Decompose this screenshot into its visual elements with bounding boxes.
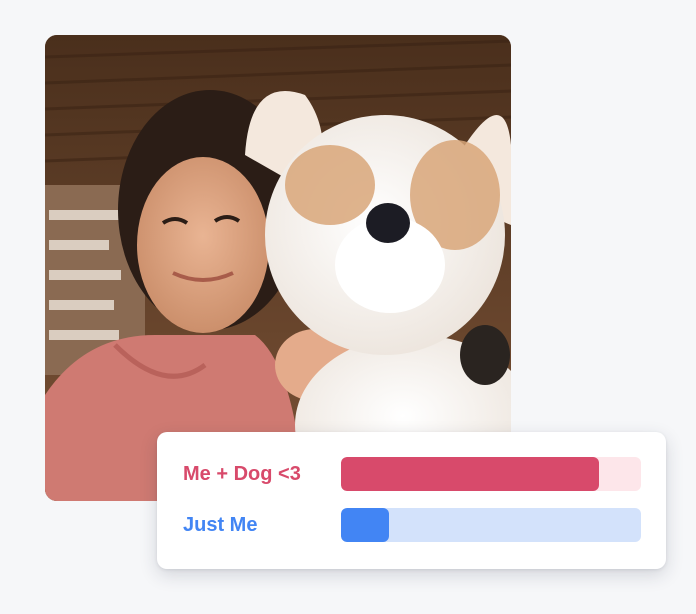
poll-option-label: Just Me [183,514,258,536]
poll-option[interactable]: Me + Dog <3 [157,457,666,491]
poll-bar-fill [341,508,389,542]
poll-bar-track [341,457,641,491]
poll-bar-track [341,508,641,542]
poll-option[interactable]: Just Me [157,508,666,542]
poll-option-label: Me + Dog <3 [183,463,301,485]
poll-card: Me + Dog <3 Just Me [157,432,666,569]
poll-bar-fill [341,457,599,491]
